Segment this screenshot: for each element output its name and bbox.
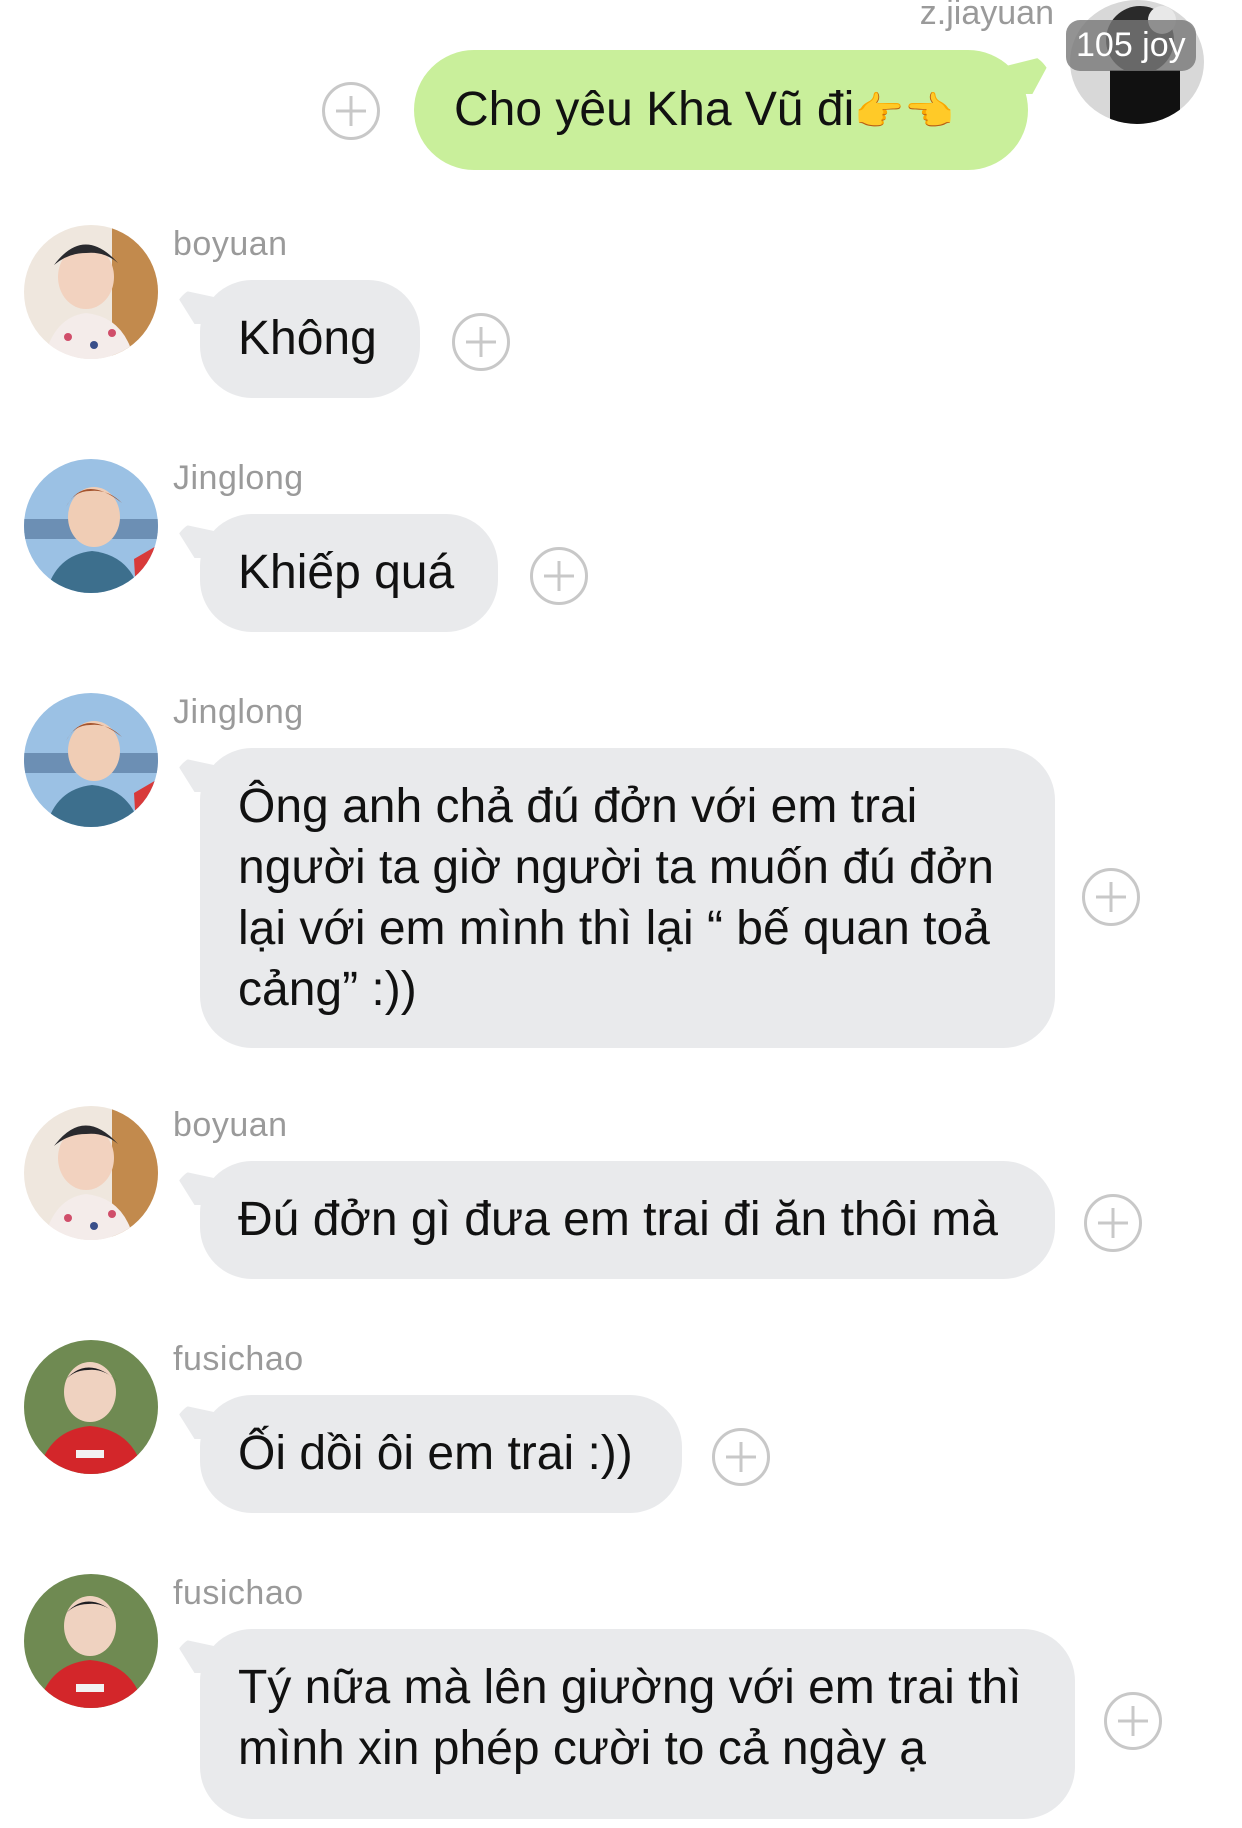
message-bubble[interactable]: Ối dồi ôi em trai :)) [200, 1395, 682, 1513]
avatar-jinglong[interactable] [24, 693, 158, 827]
chat-message: boyuan Không [0, 225, 1242, 405]
pointing-emoji: 👉👈 [854, 89, 954, 135]
message-line: Tý nữa mà lên giường với em trai thì [238, 1661, 1022, 1714]
message-text: Ối dồi ôi em trai :)) [238, 1427, 633, 1480]
avatar-jinglong[interactable] [24, 459, 158, 593]
add-reaction-icon[interactable] [1104, 1692, 1162, 1750]
message-line: lại với em mình thì lại “ bế quan toả [238, 902, 990, 955]
sender-name: fusichao [173, 1574, 304, 1612]
message-line: cảng” :)) [238, 963, 417, 1016]
message-line: Ông anh chả đú đởn với em trai [238, 780, 918, 833]
chat-message: boyuan Đú đởn gì đưa em trai đi ăn thôi … [0, 1106, 1242, 1286]
message-text: Khiếp quá [238, 546, 455, 599]
message-line: mình xin phép cười to cả ngày ạ [238, 1722, 926, 1775]
add-reaction-icon[interactable] [712, 1428, 770, 1486]
add-reaction-icon[interactable] [322, 82, 380, 140]
message-bubble[interactable]: Khiếp quá [200, 514, 498, 632]
message-text: Đú đởn gì đưa em trai đi ăn thôi mà [238, 1193, 998, 1246]
add-reaction-icon[interactable] [530, 547, 588, 605]
message-bubble[interactable]: Tý nữa mà lên giường với em trai thì mìn… [200, 1629, 1075, 1819]
chat-message: Jinglong Khiếp quá [0, 459, 1242, 639]
chat-message: fusichao Ối dồi ôi em trai :)) [0, 1340, 1242, 1520]
message-bubble[interactable]: Ông anh chả đú đởn với em trai người ta … [200, 748, 1055, 1048]
message-line: người ta giờ người ta muốn đú đởn [238, 841, 994, 894]
avatar-fusichao[interactable] [24, 1340, 158, 1474]
message-bubble[interactable]: Không [200, 280, 420, 398]
avatar-fusichao[interactable] [24, 1574, 158, 1708]
sender-name: boyuan [173, 1106, 288, 1144]
avatar-boyuan[interactable] [24, 225, 158, 359]
outgoing-message: z.jiayuan Cho yêu Kha Vũ đi👉👈 105 joy [0, 0, 1242, 190]
sender-name: fusichao [173, 1340, 304, 1378]
chat-message: Jinglong Ông anh chả đú đởn với em trai … [0, 693, 1242, 1063]
sender-name: boyuan [173, 225, 288, 263]
self-username: z.jiayuan [919, 0, 1054, 32]
add-reaction-icon[interactable] [452, 313, 510, 371]
outgoing-text: Cho yêu Kha Vũ đi [454, 83, 855, 136]
outgoing-bubble[interactable]: Cho yêu Kha Vũ đi👉👈 [414, 50, 1028, 170]
joy-badge: 105 joy [1066, 20, 1196, 71]
chat-message: fusichao Tý nữa mà lên giường với em tra… [0, 1574, 1242, 1828]
avatar-boyuan[interactable] [24, 1106, 158, 1240]
sender-name: Jinglong [173, 459, 304, 497]
message-text: Không [238, 312, 377, 365]
message-bubble[interactable]: Đú đởn gì đưa em trai đi ăn thôi mà [200, 1161, 1055, 1279]
sender-name: Jinglong [173, 693, 304, 731]
add-reaction-icon[interactable] [1082, 868, 1140, 926]
add-reaction-icon[interactable] [1084, 1194, 1142, 1252]
